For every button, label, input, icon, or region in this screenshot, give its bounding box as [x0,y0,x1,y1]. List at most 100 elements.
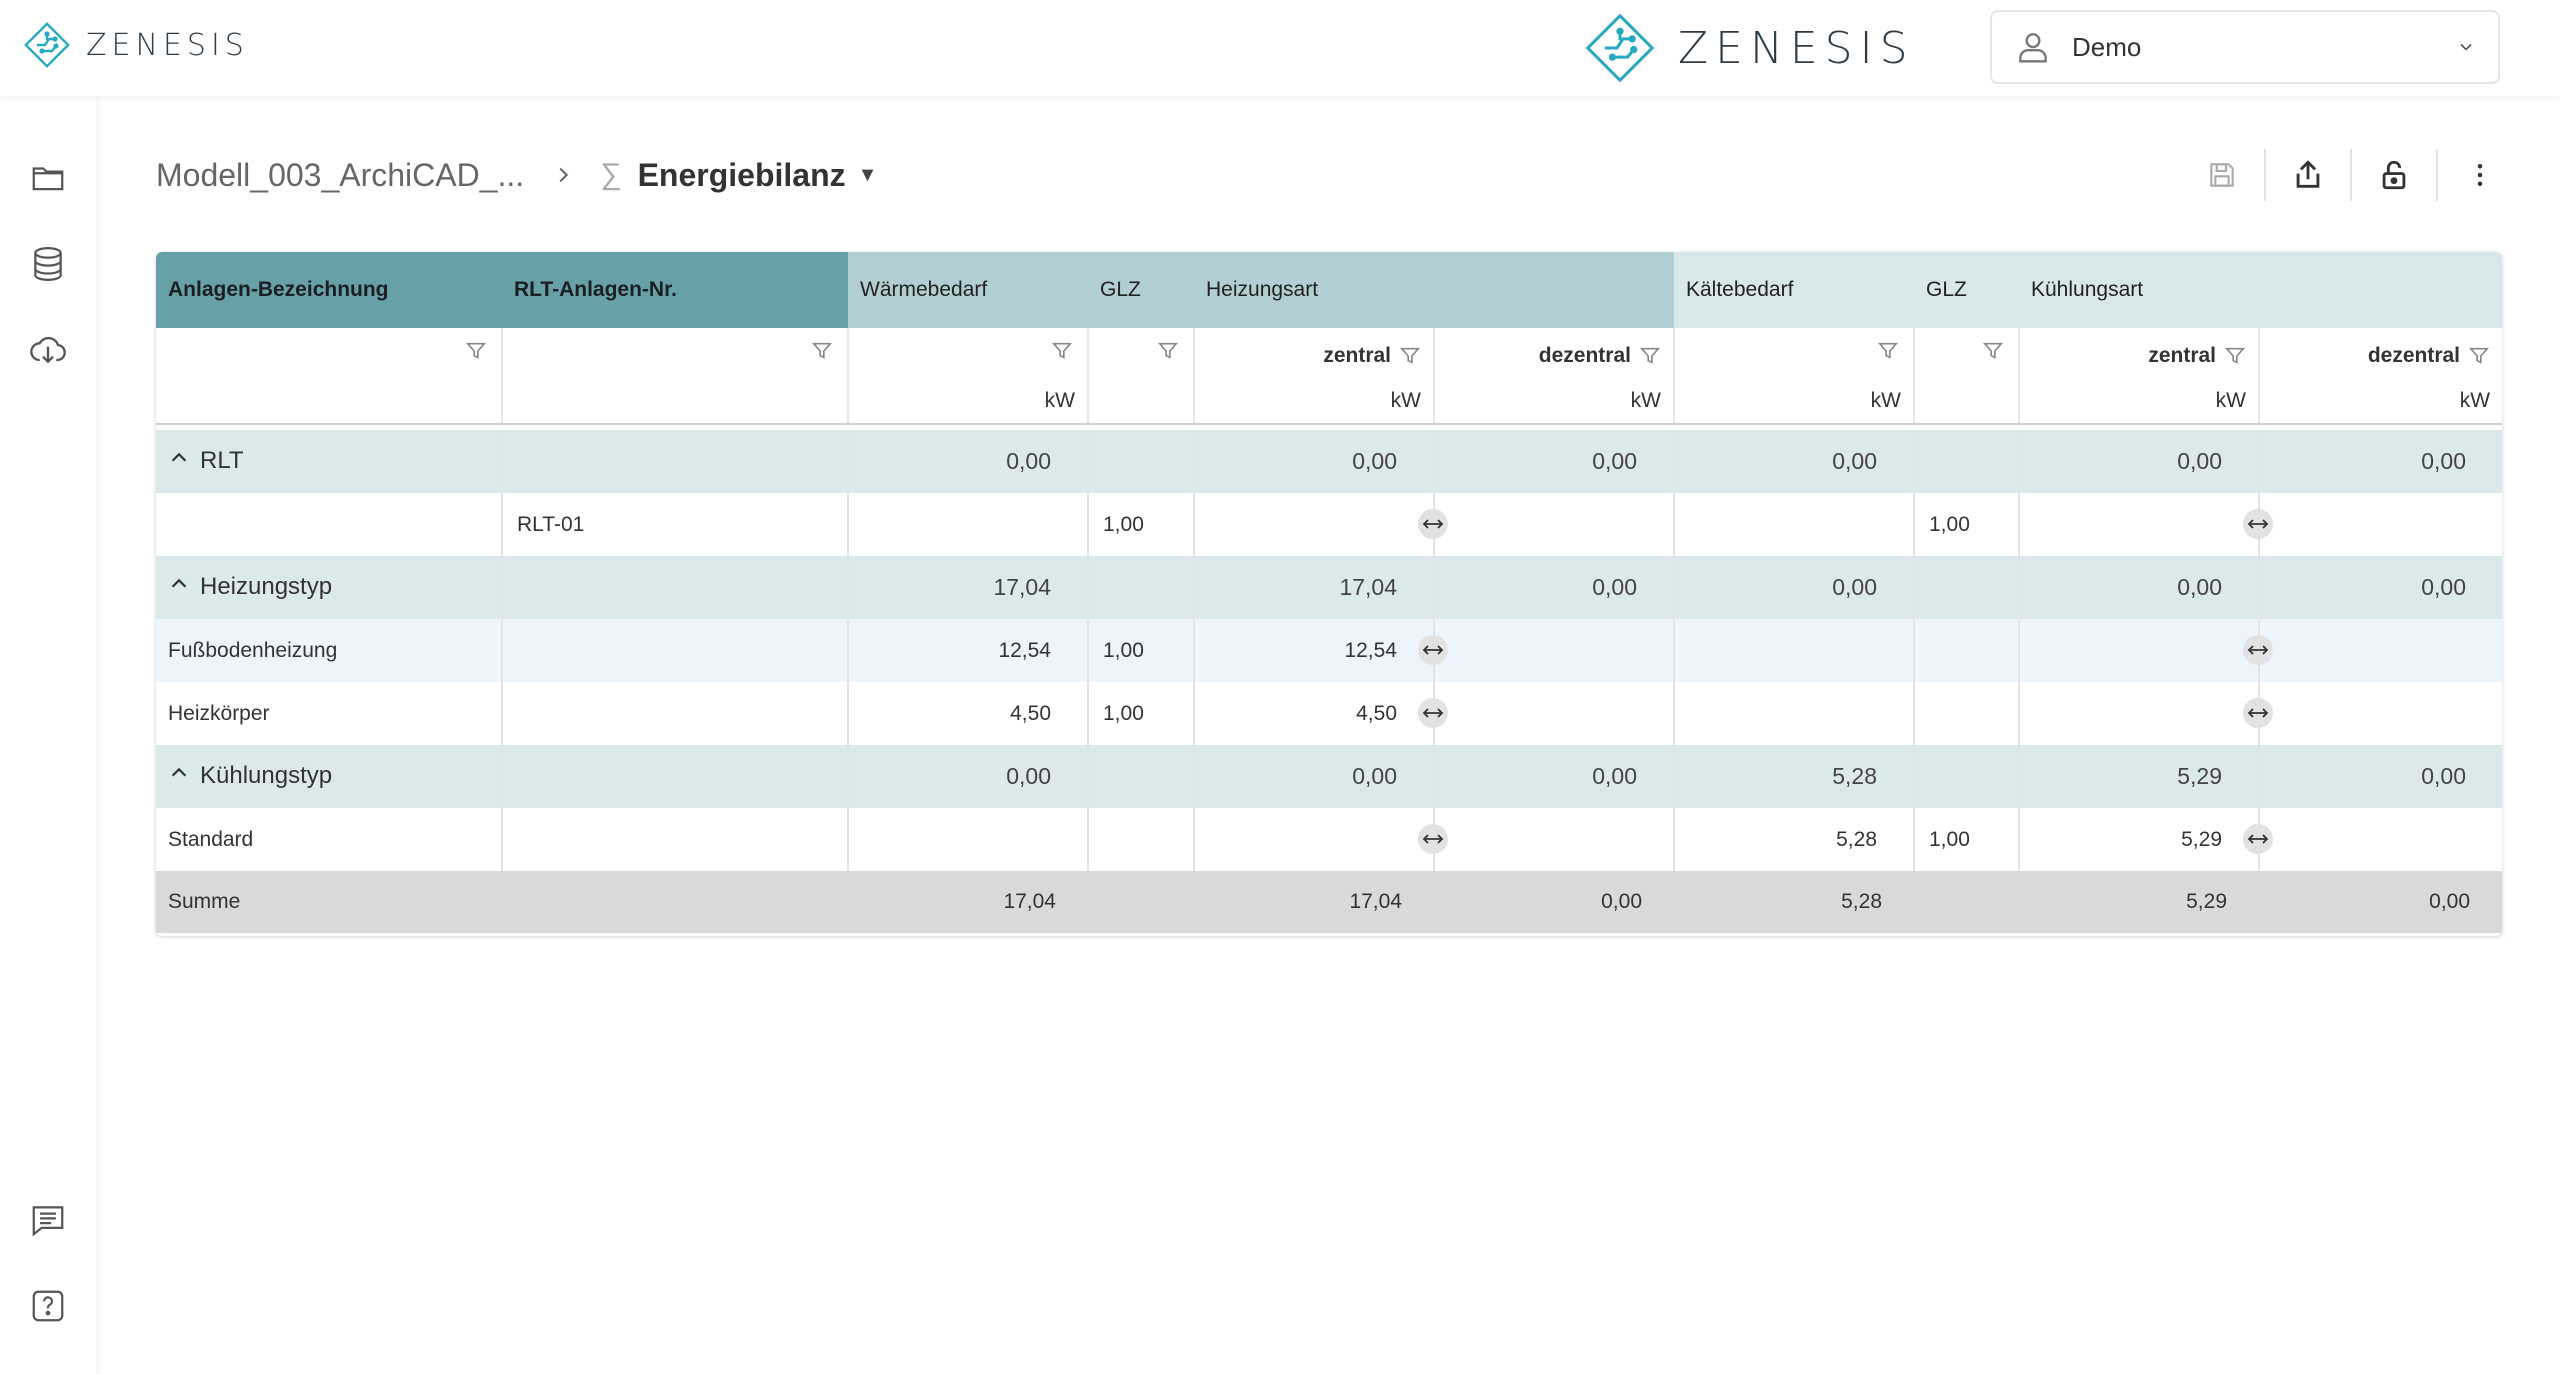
cell-glz2: 1,00 [1914,493,2020,556]
swap-arrows-icon[interactable] [1418,509,1448,539]
cell-glz2: 1,00 [1914,808,2020,871]
cell-kz: 0,00 [2019,556,2260,619]
subheader-heizung-zentral[interactable]: zentral [1323,344,1421,368]
cell-hd: 0,00 [1434,745,1675,808]
row-label: Standard [168,827,254,851]
cell-rlt: RLT-01 [502,493,849,556]
cell-value: 17,04 [1339,574,1397,600]
cell-hz: 0,00 [1194,430,1435,493]
filter-row: kW zentral kW dezentral kW kW zentral kW de… [156,328,2502,425]
swap-arrows-icon[interactable] [1418,824,1448,854]
swap-arrows-icon[interactable] [2243,824,2273,854]
filter-icon[interactable] [1051,340,1073,368]
swap-arrows-icon[interactable] [2243,698,2273,728]
cell-kz [2019,493,2273,556]
cell-rlt [502,745,849,808]
swap-arrows-icon[interactable] [2243,635,2273,665]
cell-hd [1434,682,1675,745]
cell-value: 12,54 [998,638,1051,662]
cell-value: 5,29 [2177,763,2222,789]
filter-icon[interactable] [811,340,833,368]
cell-rlt [502,808,849,871]
filter-cell: kW [848,328,1089,425]
breadcrumb-model[interactable]: Modell_003_ArchiCAD_... [156,157,524,194]
export-icon [2296,160,2320,188]
save-button[interactable] [2180,150,2264,200]
cell-value: 1,00 [1929,827,1970,851]
subheader-kuehlung-zentral[interactable]: zentral [2148,344,2246,368]
table-row[interactable]: RLT-01 1,00 1,00 [156,493,2502,556]
chevron-up-icon[interactable] [168,762,190,791]
summary-value: 5,28 [1841,890,1882,913]
filter-icon[interactable] [1877,340,1899,368]
caret-down-icon[interactable]: ▼ [858,164,878,187]
table-row[interactable]: Heizkörper 4,50 1,00 4,50 [156,682,2502,745]
filter-icon[interactable] [465,340,487,368]
col-anlagen-bezeichnung[interactable]: Anlagen-Bezeichnung [156,252,502,328]
col-kuehlungsart[interactable]: Kühlungsart [2019,252,2502,328]
cell-name [156,493,503,556]
chevron-up-icon[interactable] [168,447,190,476]
user-dropdown[interactable]: Demo [1990,10,2500,84]
filter-icon[interactable] [1982,340,2004,368]
subheader-kuehlung-dezentral[interactable]: dezentral [2368,344,2490,368]
brand-logo-left[interactable]: ZENESIS [22,20,249,70]
col-rlt-anlagen-nr[interactable]: RLT-Anlagen-Nr. [502,252,848,328]
cell-value: 4,50 [1356,701,1397,725]
unit-label: kW [1630,389,1661,412]
cell-kd [2259,682,2502,745]
cell-waerme [848,493,1089,556]
summary-value: 17,04 [1003,890,1056,913]
cell-rlt [502,556,849,619]
col-waermebedarf[interactable]: Wärmebedarf [848,252,1088,328]
cell-waerme: 12,54 [848,619,1089,682]
subheader-heizung-dezentral[interactable]: dezentral [1539,344,1661,368]
swap-arrows-icon[interactable] [1418,635,1448,665]
swap-arrows-icon[interactable] [1418,698,1448,728]
export-button[interactable] [2266,150,2350,200]
col-glz-heizung[interactable]: GLZ [1088,252,1194,328]
cell-name: Heizungstyp [156,556,503,619]
row-label: Kühlungstyp [200,761,333,789]
group-row[interactable]: RLT 0,00 0,00 0,00 0,00 0,00 0,00 [156,430,2502,493]
col-glz-kuehlung[interactable]: GLZ [1914,252,2019,328]
sigma-icon: ∑ [600,158,622,191]
cloud-download-icon[interactable] [28,330,68,370]
summary-value: 0,00 [2429,890,2471,913]
cell-value: 0,00 [2177,448,2222,474]
cell-value: 17,04 [993,574,1051,600]
cell-value: 0,00 [1592,763,1637,789]
filter-cell: zentral kW [2019,328,2260,425]
chevron-down-icon [2460,43,2472,51]
unit-label: kW [1390,389,1421,412]
cell-value: 0,00 [1832,574,1877,600]
cell-value: RLT-01 [517,512,585,536]
zenesis-logo-icon [1585,13,1655,83]
col-kaeltebedarf[interactable]: Kältebedarf [1674,252,1914,328]
folder-icon[interactable] [28,158,68,198]
cell-glz1 [1088,745,1195,808]
cell-glz1: 1,00 [1088,682,1195,745]
group-row[interactable]: Kühlungstyp 0,00 0,00 0,00 5,28 5,29 0,00 [156,745,2502,808]
row-label: RLT [200,446,244,474]
col-heizungsart[interactable]: Heizungsart [1194,252,1674,328]
cell-value: 5,28 [1832,763,1877,789]
view-selector[interactable]: Energiebilanz [638,157,846,194]
cell-name: RLT [156,430,503,493]
cell-hd: 0,00 [1434,556,1675,619]
table-row[interactable]: Standard 5,28 1,00 5,29 [156,808,2502,871]
swap-arrows-icon[interactable] [2243,509,2273,539]
message-icon[interactable] [28,1200,68,1240]
help-icon[interactable] [28,1286,68,1326]
table-row[interactable]: Fußbodenheizung 12,54 1,00 12,54 [156,619,2502,682]
unlock-button[interactable] [2352,150,2436,200]
cell-kz: 0,00 [2019,430,2260,493]
more-button[interactable] [2438,150,2522,200]
database-icon[interactable] [28,244,68,284]
filter-icon[interactable] [1157,340,1179,368]
chevron-up-icon[interactable] [168,573,190,602]
cell-hd: 0,00 [1434,430,1675,493]
filter-cell: zentral kW [1194,328,1435,425]
group-row[interactable]: Heizungstyp 17,04 17,04 0,00 0,00 0,00 0,00 [156,556,2502,619]
filter-cell [156,328,503,425]
